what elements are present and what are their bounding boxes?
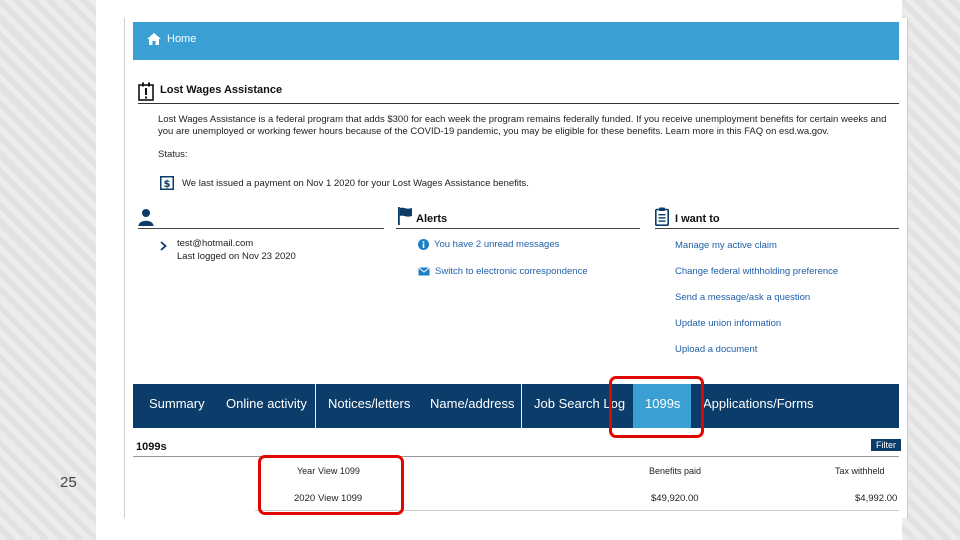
i-want-to-header: I want to (655, 207, 899, 229)
info-icon (418, 239, 429, 250)
lwa-description: Lost Wages Assistance is a federal progr… (158, 114, 887, 137)
action-manage-claim[interactable]: Manage my active claim (675, 240, 777, 251)
flag-icon (398, 207, 412, 225)
column-header-benefits: Benefits paid (649, 466, 702, 476)
account-header (138, 209, 384, 229)
top-bar: Home (133, 22, 899, 60)
chevron-right-icon (160, 241, 167, 251)
action-send-message[interactable]: Send a message/ask a question (675, 292, 810, 303)
action-upload-document[interactable]: Upload a document (675, 344, 757, 355)
status-label: Status: (158, 149, 188, 160)
payment-message: We last issued a payment on Nov 1 2020 f… (182, 177, 529, 189)
dollar-icon: $ (160, 176, 174, 190)
tab-name-address[interactable]: Name/address (418, 384, 527, 428)
home-icon (147, 33, 161, 45)
tab-notices-letters[interactable]: Notices/letters (315, 384, 422, 428)
slide-number: 25 (60, 474, 77, 491)
column-header-tax: Tax withheld (835, 466, 885, 476)
payment-status: $ We last issued a payment on Nov 1 2020… (160, 176, 529, 190)
filter-button[interactable]: Filter (871, 439, 901, 451)
alert-item-correspondence[interactable]: Switch to electronic correspondence (418, 266, 588, 277)
slide-background-right (902, 0, 960, 540)
tab-online-activity[interactable]: Online activity (214, 384, 319, 428)
home-label: Home (167, 33, 197, 45)
alert-item-messages[interactable]: You have 2 unread messages (418, 239, 559, 250)
alert-item-label: You have 2 unread messages (434, 239, 560, 250)
alert-calendar-icon (138, 82, 154, 101)
row-benefits-paid: $49,920.00 (651, 493, 699, 504)
row-tax-withheld: $4,992.00 (855, 493, 898, 504)
svg-text:$: $ (164, 179, 171, 190)
tab-applications-forms[interactable]: Applications/Forms (691, 384, 826, 428)
i-want-to-title: I want to (675, 213, 720, 225)
slide-background-left (0, 0, 96, 540)
nav-tabs: Summary Online activity Notices/letters … (133, 384, 899, 428)
highlight-1099s-tab (609, 376, 704, 438)
screenshot-frame: Home Lost Wages Assistance Lost Wages As… (124, 18, 908, 518)
alerts-header: Alerts (396, 207, 640, 229)
user-icon (138, 209, 154, 226)
highlight-view-1099 (258, 455, 404, 515)
last-logged: Last logged on Nov 23 2020 (177, 251, 296, 262)
envelope-icon (418, 267, 430, 276)
tab-summary[interactable]: Summary (137, 384, 217, 428)
clipboard-icon (655, 207, 669, 226)
section-divider (133, 456, 899, 457)
action-change-withholding[interactable]: Change federal withholding preference (675, 266, 838, 277)
lwa-header: Lost Wages Assistance (138, 81, 899, 104)
action-update-union[interactable]: Update union information (675, 318, 781, 329)
home-link[interactable]: Home (146, 32, 196, 46)
alerts-title: Alerts (416, 213, 448, 225)
section-1099-title: 1099s (136, 441, 167, 453)
account-email: test@hotmail.com (177, 238, 254, 249)
alert-item-label: Switch to electronic correspondence (435, 266, 588, 277)
lwa-title: Lost Wages Assistance (160, 84, 283, 96)
